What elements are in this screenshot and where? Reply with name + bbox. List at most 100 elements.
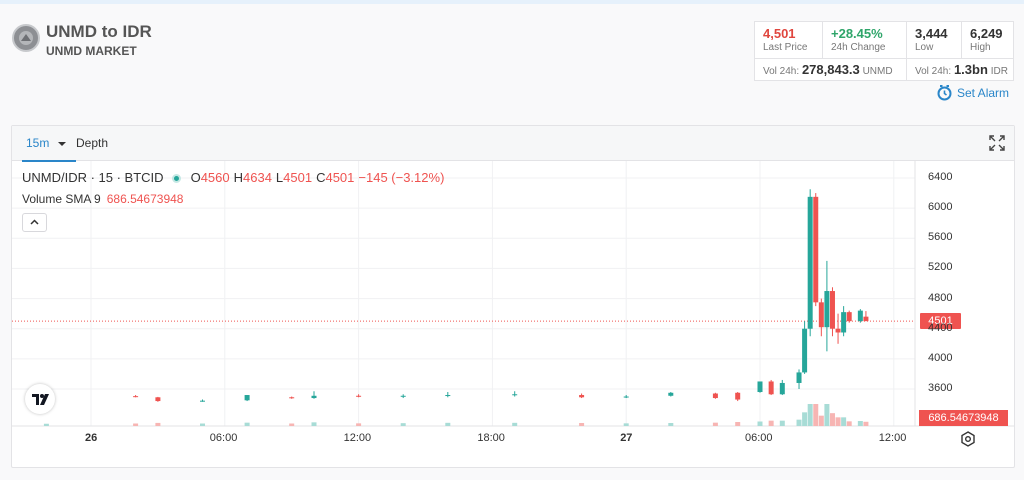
time-tick-label: 12:00	[878, 432, 907, 444]
candle-body	[807, 196, 813, 329]
set-alarm-label: Set Alarm	[957, 86, 1010, 100]
open-value: 4560	[200, 170, 230, 185]
high-key: H	[233, 170, 243, 185]
candle-body	[311, 395, 317, 399]
candle-body	[579, 395, 585, 398]
candle-body	[400, 395, 406, 397]
candle-body	[133, 396, 139, 398]
volume-bar	[712, 422, 718, 426]
high-label: High	[970, 42, 991, 53]
volume-bar	[400, 423, 406, 426]
volume-quote-label: Vol 24h:	[915, 66, 952, 77]
candle-body	[829, 291, 835, 329]
chart-panel: 15m Depth UNMD/IDR · 15 · BTCID O4560 H463…	[11, 125, 1015, 468]
candle-body	[445, 395, 451, 397]
volume-sma-label: Volume SMA 9	[22, 192, 101, 206]
volume-base-unit: UNMD	[862, 66, 893, 77]
low-stat: 3,444 Low	[907, 22, 962, 58]
time-tick-label: 26	[85, 432, 98, 444]
volume-base-label: Vol 24h:	[763, 66, 800, 77]
candle-body	[818, 302, 824, 328]
candle-body	[200, 400, 205, 402]
volume-bar	[43, 423, 49, 426]
candle-body	[155, 397, 161, 402]
page-title: UNMD to IDR	[46, 22, 152, 41]
volume-sma-badge: 686.54673948	[919, 410, 1008, 426]
volume-bar	[829, 413, 835, 426]
volume-bar	[846, 421, 852, 426]
price-tick-label: 6400	[928, 171, 953, 183]
candle-body	[863, 316, 869, 322]
chevron-up-icon	[30, 219, 39, 225]
volume-bar	[445, 422, 451, 426]
ohlc-legend: UNMD/IDR · 15 · BTCID O4560 H4634 L4501 C450…	[22, 170, 448, 185]
top-accent-strip	[0, 0, 1024, 4]
price-tick-label: 4000	[928, 351, 953, 364]
candle-body	[668, 392, 674, 396]
volume-bar	[356, 423, 362, 426]
volume-sma-legend: Volume SMA 9 686.54673948	[22, 192, 183, 206]
last-price-label: Last Price	[763, 42, 808, 53]
time-tick-label: 06:00	[209, 432, 238, 444]
high-value: 6,249	[970, 26, 1003, 41]
candle-body	[824, 291, 830, 328]
market-status-dot	[171, 174, 181, 184]
volume-bar	[824, 404, 830, 426]
volume-bar	[796, 419, 802, 426]
volume-bar	[841, 417, 847, 426]
change-24h-stat: +28.45% 24h Change	[823, 22, 907, 58]
caret-down-icon	[57, 142, 66, 146]
candle-body	[846, 312, 852, 322]
volume-bar	[244, 422, 250, 426]
volume-bar	[155, 422, 161, 426]
low-label: Low	[915, 42, 934, 53]
volume-base-value: 278,843.3	[801, 62, 860, 77]
volume-bar	[818, 415, 824, 426]
time-tick-label: 18:00	[477, 432, 505, 444]
last-price-stat: 4,501 Last Price	[755, 22, 823, 58]
interval-dropdown[interactable]: 15m	[22, 136, 76, 162]
market-stats-box: 4,501 Last Price +28.45% 24h Change 3,44…	[754, 21, 1014, 81]
price-tick-label: 5600	[928, 231, 953, 244]
tradingview-logo-icon[interactable]	[25, 384, 55, 414]
fullscreen-icon[interactable]	[989, 135, 1005, 151]
volume-bar	[813, 404, 819, 426]
volume-bar	[311, 422, 317, 426]
chart-settings-icon[interactable]	[960, 431, 976, 447]
volume-bar	[857, 421, 863, 426]
close-value: 4501	[325, 170, 355, 185]
collapse-legend-button[interactable]	[22, 213, 47, 232]
price-tick-label: 5200	[928, 261, 953, 274]
time-tick-label: 27	[620, 432, 633, 444]
tab-depth[interactable]: Depth	[76, 136, 108, 150]
change-24h-label: 24h Change	[831, 42, 886, 53]
change-24h-value: +28.45%	[831, 26, 883, 41]
candle-body	[623, 396, 629, 398]
candle-body	[802, 328, 808, 373]
volume-sma-value: 686.54673948	[106, 192, 184, 206]
volume-quote-value: 1.3bn	[953, 62, 988, 77]
price-tick-label: 3600	[928, 382, 953, 394]
volume-bar	[779, 420, 785, 426]
volume-bar	[802, 412, 808, 426]
volume-bar	[623, 423, 629, 426]
candlestick-chart[interactable]	[12, 161, 1014, 467]
volume-bar	[512, 422, 518, 426]
candle-body	[244, 395, 250, 401]
volume-bar	[768, 420, 774, 426]
high-value-legend: 4634	[243, 170, 272, 185]
low-value-legend: 4501	[283, 170, 313, 185]
price-tick-label: 4800	[928, 291, 953, 304]
time-tick-label: 12:00	[343, 432, 372, 444]
candle-body	[712, 393, 718, 399]
high-stat: 6,249 High	[962, 22, 1013, 58]
candle-body	[857, 310, 863, 322]
volume-bar	[579, 423, 585, 426]
last-price-value: 4,501	[763, 26, 796, 41]
time-tick-label: 06:00	[745, 432, 773, 444]
volume-bar	[200, 423, 205, 426]
volume-bar	[835, 417, 841, 426]
low-value: 3,444	[915, 26, 948, 41]
interval-label: 15m	[26, 136, 50, 150]
volume-bar	[863, 421, 869, 426]
